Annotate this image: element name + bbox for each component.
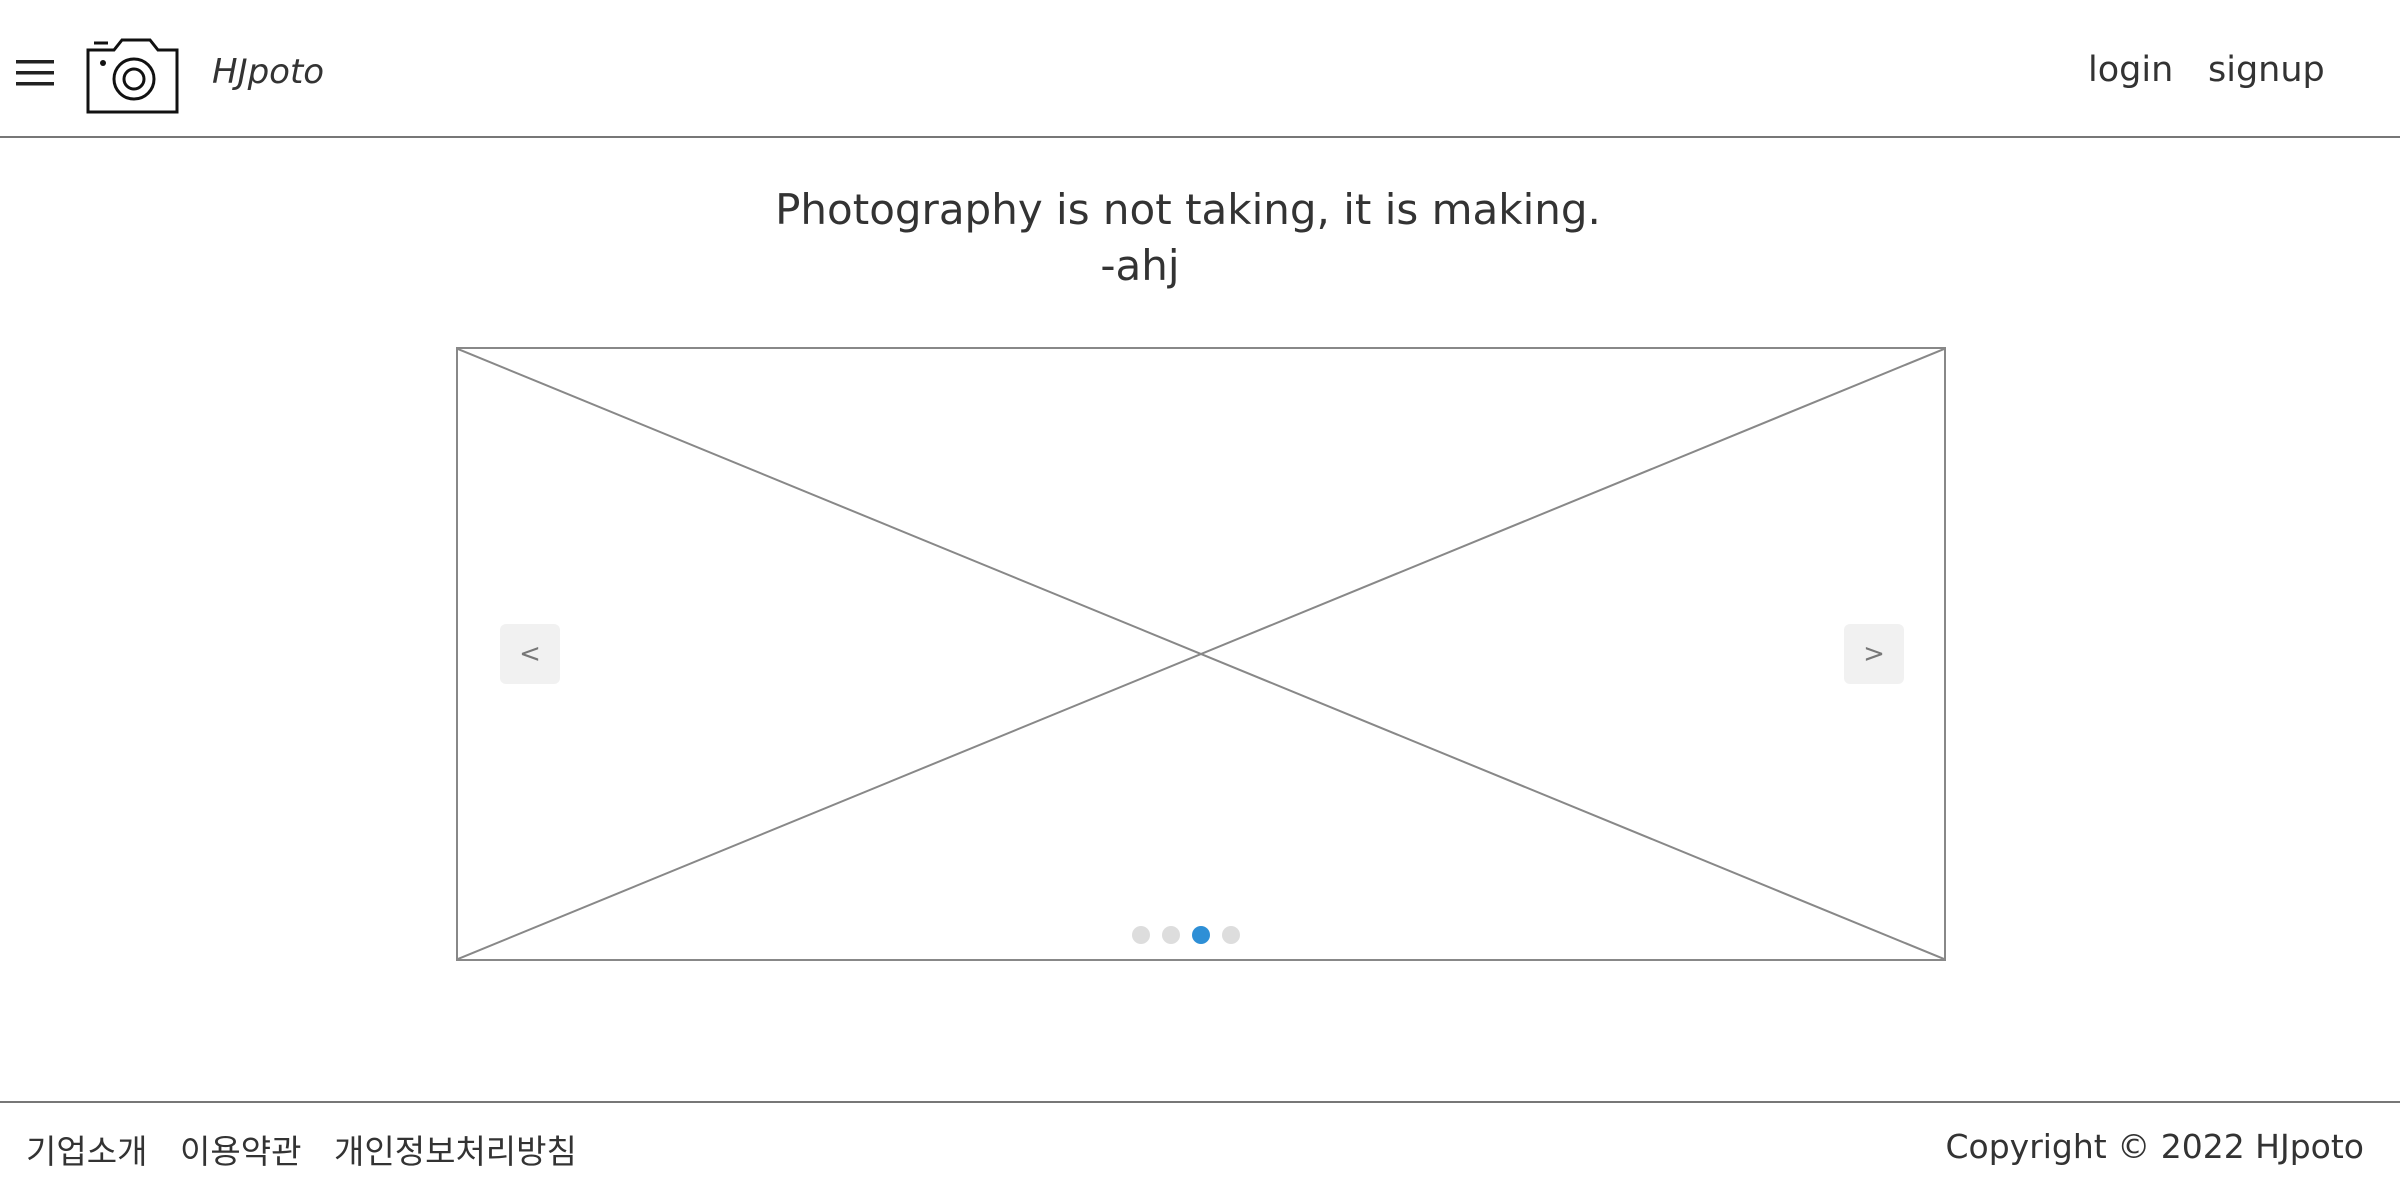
prev-slide-button[interactable]: < (500, 624, 560, 684)
slide-dot-3[interactable] (1192, 926, 1210, 944)
slide-dot-2[interactable] (1162, 926, 1180, 944)
footer: 기업소개 이용약관 개인정보처리방침 Copyright © 2022 HJpo… (0, 1101, 2400, 1202)
menu-icon[interactable] (16, 58, 54, 88)
slide-dot-1[interactable] (1132, 926, 1150, 944)
footer-link-company[interactable]: 기업소개 (26, 1125, 147, 1173)
quote-text: Photography is not taking, it is making. (775, 185, 1601, 234)
quote-author: -ahj (1100, 241, 1180, 290)
footer-link-terms[interactable]: 이용약관 (180, 1125, 301, 1173)
page: HJpoto login signup Photography is not t… (0, 0, 2400, 1202)
signup-link[interactable]: signup (2208, 50, 2325, 90)
brand-name[interactable]: HJpoto (212, 52, 324, 92)
camera-icon (86, 38, 179, 114)
header: HJpoto login signup (0, 0, 2400, 138)
slide-indicators (458, 926, 1944, 944)
login-link[interactable]: login (2088, 50, 2173, 90)
quote: Photography is not taking, it is making.… (0, 182, 2376, 294)
image-placeholder (458, 349, 1944, 959)
image-carousel: < > (456, 347, 1946, 961)
next-slide-button[interactable]: > (1844, 624, 1904, 684)
slide-dot-4[interactable] (1222, 926, 1240, 944)
footer-link-privacy[interactable]: 개인정보처리방침 (334, 1125, 577, 1173)
copyright-text: Copyright © 2022 HJpoto (1945, 1127, 2364, 1166)
